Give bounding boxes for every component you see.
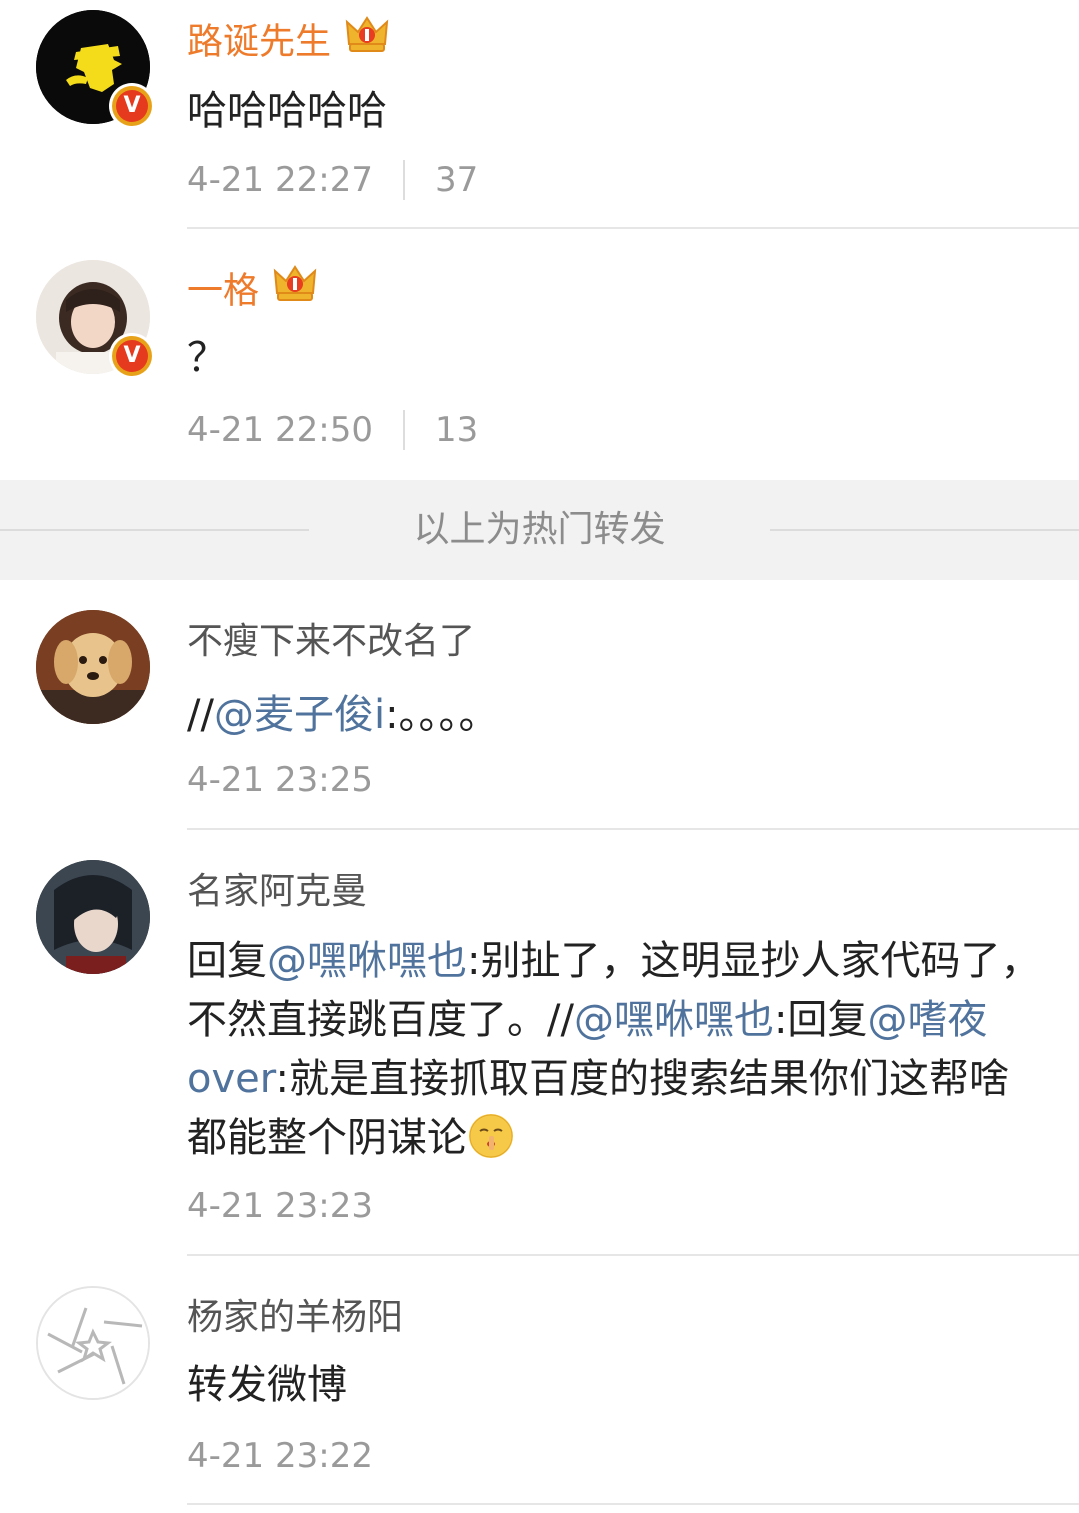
- timestamp: 4-21 22:50: [187, 410, 373, 450]
- hot-repost-divider: 以上为热门转发: [0, 480, 1079, 580]
- timestamp: 4-21 23:22: [187, 1436, 373, 1476]
- username-text[interactable]: 一格: [187, 271, 259, 312]
- repost-item: V 路诞先生 哈哈哈哈哈 4-21 22:27 37: [0, 0, 1079, 229]
- verified-icon: V: [112, 86, 152, 126]
- text-segment: :。。。。: [385, 692, 499, 738]
- text-segment: :回复: [773, 997, 868, 1043]
- hot-divider-label: 以上为热门转发: [413, 509, 666, 550]
- repost-meta: 4-21 22:50 13: [187, 410, 478, 450]
- repost-item: 不瘦下来不改名了 //@麦子俊i:。。。。 4-21 23:25: [0, 580, 1079, 830]
- avatar[interactable]: [36, 1286, 150, 1400]
- like-count[interactable]: 13: [435, 410, 478, 450]
- repost-text: ？: [187, 335, 227, 381]
- repost-meta: 4-21 22:27 37: [187, 160, 478, 200]
- mention-link[interactable]: @嘿咻嘿也: [574, 997, 774, 1043]
- divider: [187, 1503, 1079, 1505]
- avatar[interactable]: V: [36, 10, 152, 126]
- repost-text: 回复@嘿咻嘿也:别扯了，这明显抄人家代码了，不然直接跳百度了。//@嘿咻嘿也:回…: [187, 932, 1047, 1168]
- username[interactable]: 路诞先生: [187, 16, 389, 69]
- timestamp: 4-21 23:25: [187, 760, 373, 800]
- crown-icon: [273, 263, 317, 314]
- repost-item: 名家阿克曼 回复@嘿咻嘿也:别扯了，这明显抄人家代码了，不然直接跳百度了。//@…: [0, 830, 1079, 1256]
- like-count[interactable]: 37: [435, 160, 478, 200]
- verified-icon: V: [112, 336, 152, 376]
- repost-text: 转发微博: [187, 1362, 347, 1408]
- avatar[interactable]: [36, 860, 150, 974]
- repost-text: 哈哈哈哈哈: [187, 88, 387, 134]
- repost-meta: 4-21 23:25: [187, 760, 373, 800]
- crown-icon: [345, 14, 389, 65]
- shush-emoji-icon: [469, 1114, 513, 1158]
- repost-item: V 一格 ？ 4-21 22:50 13: [0, 229, 1079, 480]
- username[interactable]: 不瘦下来不改名了: [187, 620, 475, 664]
- avatar[interactable]: [36, 610, 150, 724]
- divider: [402, 160, 405, 200]
- username[interactable]: 名家阿克曼: [187, 870, 367, 914]
- text-segment: 回复: [187, 938, 267, 984]
- avatar[interactable]: V: [36, 260, 152, 376]
- divider: [402, 410, 405, 450]
- username-text[interactable]: 路诞先生: [187, 22, 331, 63]
- repost-meta: 4-21 23:23: [187, 1186, 373, 1226]
- text-segment: :就是直接抓取百度的搜索结果你们这帮啥都能整个阴谋论: [187, 1056, 1009, 1161]
- timestamp: 4-21 23:23: [187, 1186, 373, 1226]
- username[interactable]: 杨家的羊杨阳: [187, 1296, 403, 1340]
- repost-item: 杨家的羊杨阳 转发微博 4-21 23:22: [0, 1256, 1079, 1513]
- mention-link[interactable]: @麦子俊i: [214, 692, 385, 738]
- repost-text: //@麦子俊i:。。。。: [187, 686, 1049, 745]
- timestamp: 4-21 22:27: [187, 160, 373, 200]
- username[interactable]: 一格: [187, 265, 317, 318]
- repost-meta: 4-21 23:22: [187, 1436, 373, 1476]
- text-segment: //: [187, 692, 214, 738]
- mention-link[interactable]: @嘿咻嘿也: [267, 938, 467, 984]
